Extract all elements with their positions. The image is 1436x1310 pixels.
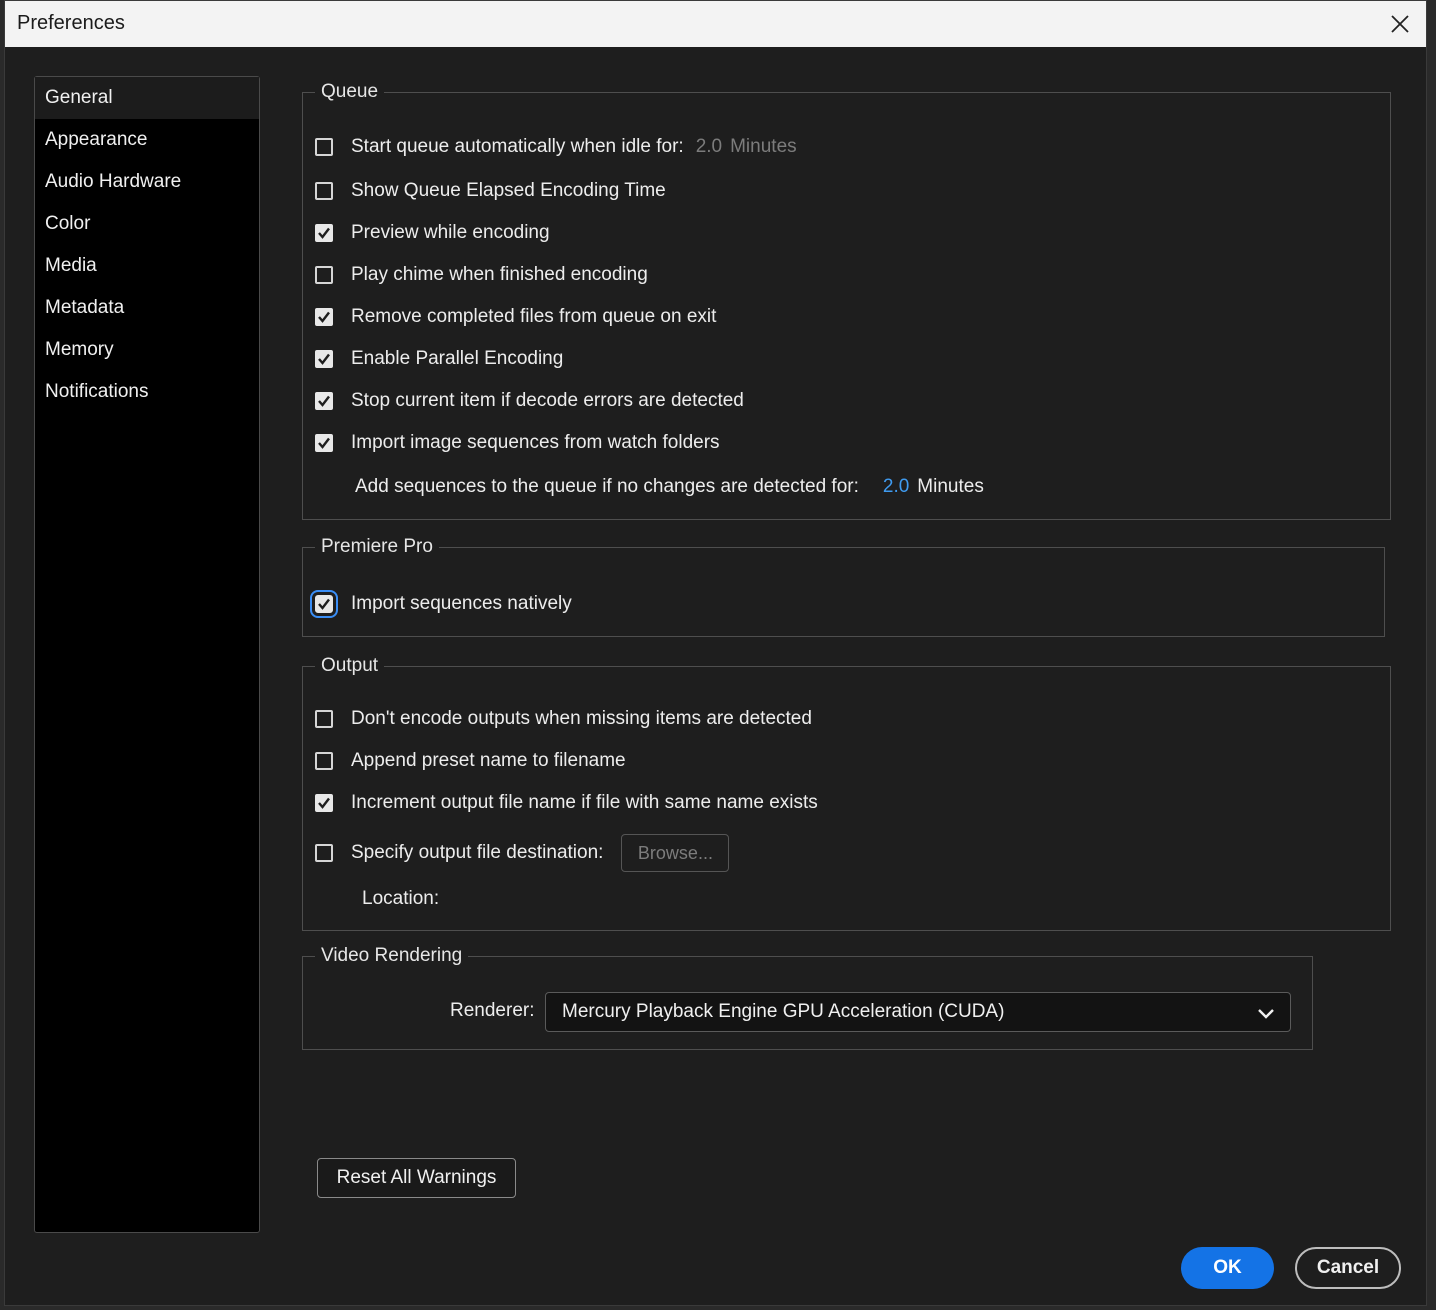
queue-group: Queue Start queue automatically when idl… — [302, 81, 1391, 520]
cancel-button[interactable]: Cancel — [1295, 1247, 1401, 1289]
checkbox[interactable] — [315, 794, 333, 812]
sidebar-item-notifications[interactable]: Notifications — [35, 371, 259, 413]
option-label: Start queue automatically when idle for: — [351, 136, 684, 157]
checkbox[interactable] — [315, 350, 333, 368]
close-icon — [1391, 15, 1409, 33]
sidebar-item-media[interactable]: Media — [35, 245, 259, 287]
title-bar: Preferences — [5, 1, 1426, 47]
queue-option-parallel: Enable Parallel Encoding — [315, 345, 563, 373]
queue-option-chime: Play chime when finished encoding — [315, 261, 648, 289]
location-label: Location: — [362, 888, 440, 909]
sequences-delay-row: Add sequences to the queue if no changes… — [355, 473, 984, 501]
dialog-title: Preferences — [17, 12, 125, 34]
preferences-dialog: Preferences General Appearance Audio Har… — [4, 0, 1427, 1306]
sequences-delay-label: Add sequences to the queue if no changes… — [355, 476, 859, 497]
sidebar-item-memory[interactable]: Memory — [35, 329, 259, 371]
queue-option-stop-errors: Stop current item if decode errors are d… — [315, 387, 744, 415]
queue-option-import-sequences: Import image sequences from watch folder… — [315, 429, 720, 457]
chevron-down-icon — [1258, 1009, 1274, 1019]
queue-option-start-idle: Start queue automatically when idle for:… — [315, 133, 797, 161]
idle-value[interactable]: 2.0 — [696, 136, 722, 158]
option-label: Specify output file destination: — [351, 842, 604, 863]
option-label: Enable Parallel Encoding — [351, 348, 564, 369]
output-option-destination: Specify output file destination: Browse.… — [315, 833, 730, 873]
output-option-append-preset: Append preset name to filename — [315, 747, 626, 775]
checkbox[interactable] — [315, 266, 333, 284]
premiere-legend: Premiere Pro — [321, 536, 433, 557]
option-label: Show Queue Elapsed Encoding Time — [351, 180, 666, 201]
sequences-delay-value[interactable]: 2.0 — [883, 476, 909, 498]
option-label: Remove completed files from queue on exi… — [351, 306, 717, 327]
video-rendering-group: Video Rendering Renderer: Mercury Playba… — [302, 945, 1313, 1050]
browse-button[interactable]: Browse... — [621, 834, 730, 872]
option-label: Don't encode outputs when missing items … — [351, 708, 812, 729]
video-rendering-legend: Video Rendering — [321, 945, 463, 966]
checkbox[interactable] — [315, 434, 333, 452]
queue-legend: Queue — [321, 81, 379, 102]
sidebar-item-general[interactable]: General — [35, 77, 259, 119]
output-group: Output Don't encode outputs when missing… — [302, 655, 1391, 931]
option-label: Preview while encoding — [351, 222, 550, 243]
output-option-missing-items: Don't encode outputs when missing items … — [315, 705, 812, 733]
option-label: Append preset name to filename — [351, 750, 626, 771]
renderer-select[interactable]: Mercury Playback Engine GPU Acceleration… — [545, 992, 1291, 1032]
queue-option-remove-completed: Remove completed files from queue on exi… — [315, 303, 716, 331]
sidebar-item-appearance[interactable]: Appearance — [35, 119, 259, 161]
checkbox[interactable] — [315, 710, 333, 728]
checkbox[interactable] — [315, 224, 333, 242]
checkbox[interactable] — [315, 844, 333, 862]
checkbox[interactable] — [315, 752, 333, 770]
option-label: Import image sequences from watch folder… — [351, 432, 720, 453]
queue-option-preview: Preview while encoding — [315, 219, 550, 247]
checkbox[interactable] — [315, 182, 333, 200]
renderer-value: Mercury Playback Engine GPU Acceleration… — [562, 1001, 1005, 1022]
sequences-delay-unit: Minutes — [917, 476, 984, 497]
checkbox[interactable] — [315, 138, 333, 156]
premiere-group: Premiere Pro Import sequences natively — [302, 536, 1385, 637]
sidebar-item-color[interactable]: Color — [35, 203, 259, 245]
checkbox[interactable] — [310, 590, 338, 618]
sidebar-item-audio-hardware[interactable]: Audio Hardware — [35, 161, 259, 203]
option-label: Import sequences natively — [351, 593, 572, 614]
location-row: Location: — [362, 885, 439, 913]
option-label: Increment output file name if file with … — [351, 792, 818, 813]
output-legend: Output — [321, 655, 379, 676]
checkbox[interactable] — [315, 392, 333, 410]
renderer-label: Renderer: — [450, 1000, 535, 1021]
sidebar-item-metadata[interactable]: Metadata — [35, 287, 259, 329]
category-sidebar: General Appearance Audio Hardware Color … — [34, 76, 260, 1233]
option-label: Stop current item if decode errors are d… — [351, 390, 744, 411]
checkbox[interactable] — [315, 308, 333, 326]
reset-warnings-button[interactable]: Reset All Warnings — [317, 1158, 516, 1198]
premiere-option-import-native: Import sequences natively — [310, 590, 572, 618]
option-label: Play chime when finished encoding — [351, 264, 648, 285]
idle-unit: Minutes — [730, 136, 797, 157]
output-option-increment: Increment output file name if file with … — [315, 789, 818, 817]
ok-button[interactable]: OK — [1181, 1247, 1274, 1289]
queue-option-elapsed: Show Queue Elapsed Encoding Time — [315, 177, 666, 205]
close-button[interactable] — [1382, 6, 1418, 42]
